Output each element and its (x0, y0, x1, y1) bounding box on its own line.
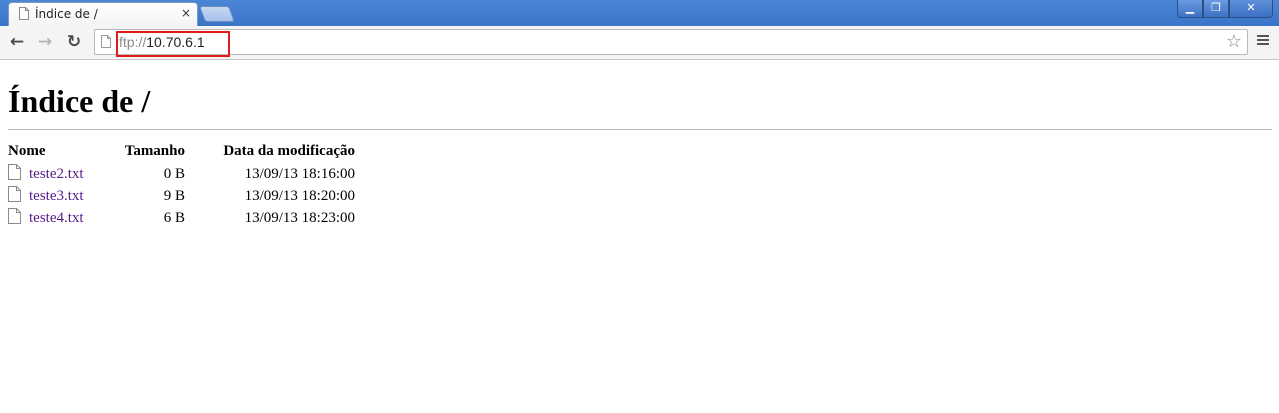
close-window-button[interactable]: ✕ (1229, 0, 1273, 18)
browser-toolbar: ← → ↻ ftp://10.70.6.1 ☆ (0, 26, 1279, 60)
page-icon (19, 7, 29, 20)
tab-close-icon[interactable]: × (179, 6, 193, 20)
minimize-button[interactable]: ▁ (1177, 0, 1203, 18)
table-row: teste3.txt 9 B 13/09/13 18:20:00 (8, 185, 357, 207)
table-header-row: Nome Tamanho Data da modificação (8, 141, 357, 163)
table-row: teste2.txt 0 B 13/09/13 18:16:00 (8, 163, 357, 185)
column-header-name[interactable]: Nome (8, 141, 115, 163)
maximize-button[interactable]: ❐ (1203, 0, 1229, 18)
title-bar: Índice de / × ▁ ❐ ✕ (0, 0, 1279, 26)
url-text[interactable]: ftp://10.70.6.1 (119, 34, 205, 50)
reload-button[interactable]: ↻ (64, 32, 84, 52)
menu-icon[interactable] (1256, 33, 1270, 53)
menu-bar (1257, 39, 1269, 41)
file-date-cell: 13/09/13 18:16:00 (244, 166, 355, 182)
address-bar[interactable]: ftp://10.70.6.1 ☆ (94, 29, 1248, 57)
file-link[interactable]: teste3.txt (29, 188, 84, 204)
file-name-cell: teste4.txt (8, 207, 115, 229)
menu-bar (1257, 43, 1269, 45)
table-row: teste4.txt 6 B 13/09/13 18:23:00 (8, 207, 357, 229)
url-host: 10.70.6.1 (146, 34, 205, 50)
url-scheme: ftp:// (119, 34, 147, 50)
file-link[interactable]: teste2.txt (29, 166, 84, 182)
divider (8, 129, 1272, 130)
page-icon (101, 35, 111, 48)
new-tab-button[interactable] (199, 6, 235, 22)
back-button[interactable]: ← (7, 32, 27, 52)
page-content: Índice de / Nome Tamanho Data da modific… (0, 61, 1279, 413)
column-header-date[interactable]: Data da modificação (187, 141, 357, 163)
menu-bar (1257, 35, 1269, 37)
file-icon (8, 164, 21, 180)
file-name-cell: teste2.txt (8, 163, 115, 185)
file-size-cell: 9 B (163, 188, 185, 204)
file-date-cell: 13/09/13 18:23:00 (244, 210, 355, 226)
window-controls: ▁ ❐ ✕ (1177, 0, 1273, 18)
file-link[interactable]: teste4.txt (29, 210, 84, 226)
column-header-size[interactable]: Tamanho (115, 141, 187, 163)
file-name-cell: teste3.txt (8, 185, 115, 207)
bookmark-star-icon[interactable]: ☆ (1226, 32, 1242, 52)
forward-button[interactable]: → (35, 32, 55, 52)
file-date-cell: 13/09/13 18:20:00 (244, 188, 355, 204)
file-listing-table: Nome Tamanho Data da modificação teste2.… (8, 141, 357, 229)
browser-tab[interactable]: Índice de / × (8, 2, 198, 26)
file-size-cell: 6 B (163, 210, 185, 226)
page-title: Índice de / (8, 83, 151, 119)
file-size-cell: 0 B (163, 166, 185, 182)
file-icon (8, 186, 21, 202)
file-icon (8, 208, 21, 224)
tab-title: Índice de / (35, 7, 98, 21)
